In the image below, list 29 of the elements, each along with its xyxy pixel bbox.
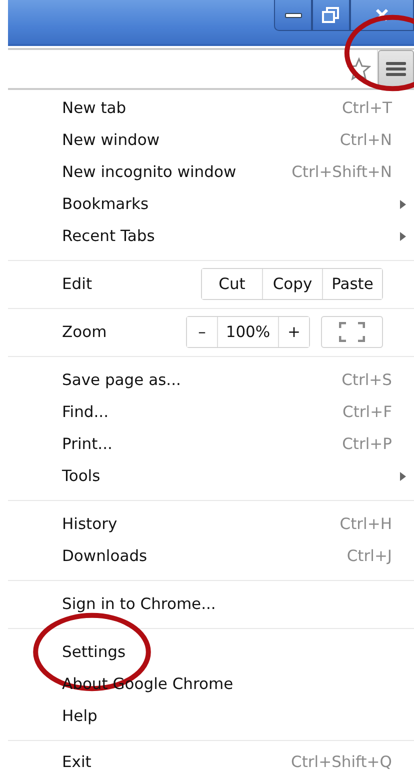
menu-item[interactable]: Bookmarks (8, 188, 414, 220)
restore-button[interactable] (312, 0, 350, 31)
menu-item[interactable]: Save page as... Ctrl+S (8, 364, 414, 396)
menu-icon (386, 61, 406, 77)
close-icon (374, 8, 390, 22)
menu-label: Edit (62, 275, 92, 293)
menu-item[interactable]: Find... Ctrl+F (8, 396, 414, 428)
menu-item[interactable]: New tab Ctrl+T (8, 92, 414, 124)
menu-item[interactable]: New window Ctrl+N (8, 124, 414, 156)
edit-button[interactable]: Paste (322, 269, 382, 299)
restore-icon (321, 6, 341, 24)
menu-item[interactable]: Recent Tabs (8, 220, 414, 252)
menu-item[interactable]: New incognito window Ctrl+Shift+N (8, 156, 414, 188)
star-icon[interactable] (347, 57, 371, 81)
minimize-icon (284, 12, 302, 18)
menu-item[interactable]: Settings (8, 636, 414, 668)
menu-button[interactable] (378, 50, 414, 88)
menu-item[interactable]: Help (8, 700, 414, 732)
zoom-level: 100% (217, 317, 279, 347)
fullscreen-icon (339, 322, 365, 342)
menu-item[interactable]: Tools (8, 460, 414, 492)
menu-item[interactable]: Sign in to Chrome... (8, 588, 414, 620)
menu-item[interactable]: Downloads Ctrl+J (8, 540, 414, 572)
menu-item[interactable]: Print... Ctrl+P (8, 428, 414, 460)
menu-item[interactable]: Exit Ctrl+Shift+Q (8, 748, 414, 776)
minimize-button[interactable] (274, 0, 312, 31)
menu-item[interactable]: History Ctrl+H (8, 508, 414, 540)
menu-label: Zoom (62, 323, 107, 341)
fullscreen-button[interactable] (321, 316, 383, 348)
